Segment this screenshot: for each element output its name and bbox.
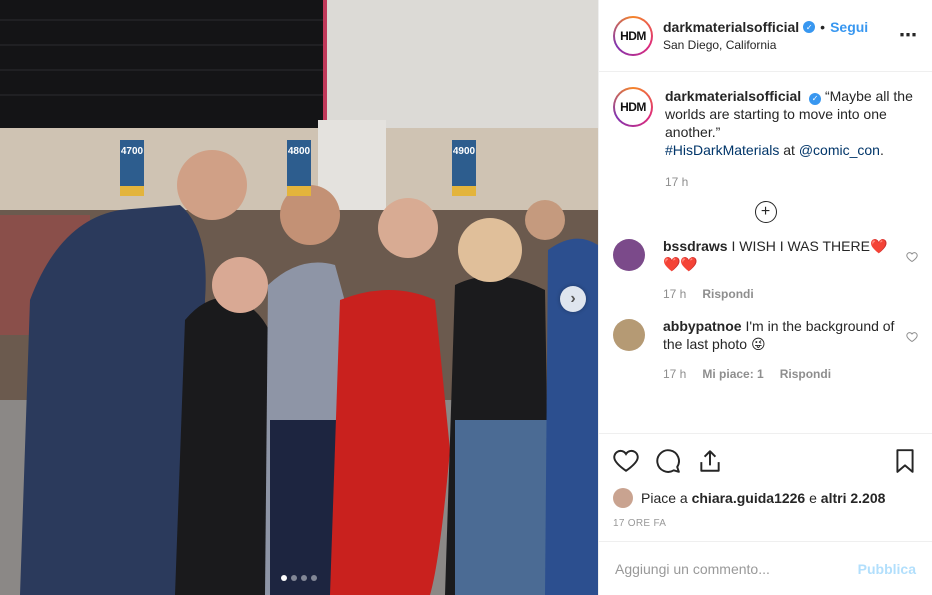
comments-section: HDM darkmaterialsofficial ✓ “Maybe all t… bbox=[599, 73, 932, 433]
publish-button[interactable]: Pubblica bbox=[858, 561, 916, 577]
comment-bubble-icon[interactable] bbox=[655, 448, 681, 474]
reply-button[interactable]: Rispondi bbox=[702, 285, 753, 303]
avatar[interactable] bbox=[613, 488, 633, 508]
likes-others[interactable]: altri 2.208 bbox=[821, 490, 886, 506]
caption-username[interactable]: darkmaterialsofficial bbox=[665, 88, 801, 104]
profile-avatar-ring[interactable]: HDM bbox=[613, 15, 653, 56]
carousel-dot[interactable] bbox=[291, 575, 297, 581]
carousel-dot[interactable] bbox=[281, 575, 287, 581]
instagram-post-modal: 4700 4800 4900 › HDM darkmaterialsoffici… bbox=[0, 0, 932, 595]
photo-scene bbox=[0, 0, 598, 595]
caption-avatar-ring[interactable]: HDM bbox=[613, 87, 653, 127]
like-comment-heart-icon[interactable] bbox=[906, 331, 918, 343]
hashtag-link[interactable]: #HisDarkMaterials bbox=[665, 142, 779, 158]
mention-link[interactable]: @comic_con bbox=[799, 142, 880, 158]
load-more-plus-icon[interactable]: + bbox=[754, 201, 777, 223]
post-header: HDM darkmaterialsofficial ✓ • Segui San … bbox=[599, 0, 932, 72]
carousel-dots bbox=[0, 575, 598, 581]
caption-time[interactable]: 17 h bbox=[665, 173, 688, 191]
post-photo[interactable]: 4700 4800 4900 › bbox=[0, 0, 598, 595]
carousel-dot[interactable] bbox=[311, 575, 317, 581]
caption-at: at bbox=[783, 142, 795, 158]
hall-sign: 4900 bbox=[452, 140, 476, 196]
likes-summary: Piace a chiara.guida1226 e altri 2.208 bbox=[613, 488, 918, 508]
verified-badge-icon: ✓ bbox=[803, 21, 816, 33]
comment-input[interactable] bbox=[615, 560, 858, 577]
post-actions: Piace a chiara.guida1226 e altri 2.208 1… bbox=[599, 433, 932, 529]
avatar[interactable] bbox=[613, 319, 645, 351]
share-icon[interactable] bbox=[697, 448, 723, 474]
reply-button[interactable]: Rispondi bbox=[780, 365, 831, 383]
verified-badge-icon: ✓ bbox=[809, 93, 822, 105]
post-location[interactable]: San Diego, California bbox=[663, 38, 899, 52]
post-username[interactable]: darkmaterialsofficial bbox=[663, 19, 799, 35]
comment-username[interactable]: bssdraws bbox=[663, 238, 728, 254]
post-timestamp[interactable]: 17 ore fa bbox=[613, 518, 918, 529]
likes-prefix: Piace a bbox=[641, 490, 688, 506]
separator-dot: • bbox=[820, 19, 826, 35]
like-comment-heart-icon[interactable] bbox=[906, 251, 918, 263]
comment-likes[interactable]: Mi piace: 1 bbox=[702, 365, 763, 383]
add-comment-bar: Pubblica bbox=[599, 541, 932, 595]
post-side-panel: HDM darkmaterialsofficial ✓ • Segui San … bbox=[598, 0, 932, 595]
likes-user[interactable]: chiara.guida1226 bbox=[692, 490, 806, 506]
avatar: HDM bbox=[615, 89, 651, 125]
caption-end: . bbox=[879, 142, 884, 158]
follow-button[interactable]: Segui bbox=[830, 19, 868, 35]
comment: abbypatnoe I'm in the background of the … bbox=[613, 317, 918, 383]
like-heart-icon[interactable] bbox=[613, 448, 639, 474]
caption: HDM darkmaterialsofficial ✓ “Maybe all t… bbox=[613, 87, 918, 191]
carousel-next-button[interactable]: › bbox=[560, 286, 586, 312]
comment-time[interactable]: 17 h bbox=[663, 285, 686, 303]
hall-sign: 4800 bbox=[287, 140, 311, 196]
carousel-dot[interactable] bbox=[301, 575, 307, 581]
hall-sign: 4700 bbox=[120, 140, 144, 196]
avatar[interactable] bbox=[613, 239, 645, 271]
likes-and: e bbox=[809, 490, 817, 506]
comment-username[interactable]: abbypatnoe bbox=[663, 318, 742, 334]
avatar: HDM bbox=[615, 17, 651, 54]
bookmark-save-icon[interactable] bbox=[892, 448, 918, 474]
comment-time[interactable]: 17 h bbox=[663, 365, 686, 383]
comment: bssdraws I WISH I WAS THERE❤️❤️❤️ 17 h R… bbox=[613, 237, 918, 303]
more-options-icon[interactable]: ⋯ bbox=[899, 25, 918, 46]
load-more-comments: + bbox=[613, 201, 918, 223]
